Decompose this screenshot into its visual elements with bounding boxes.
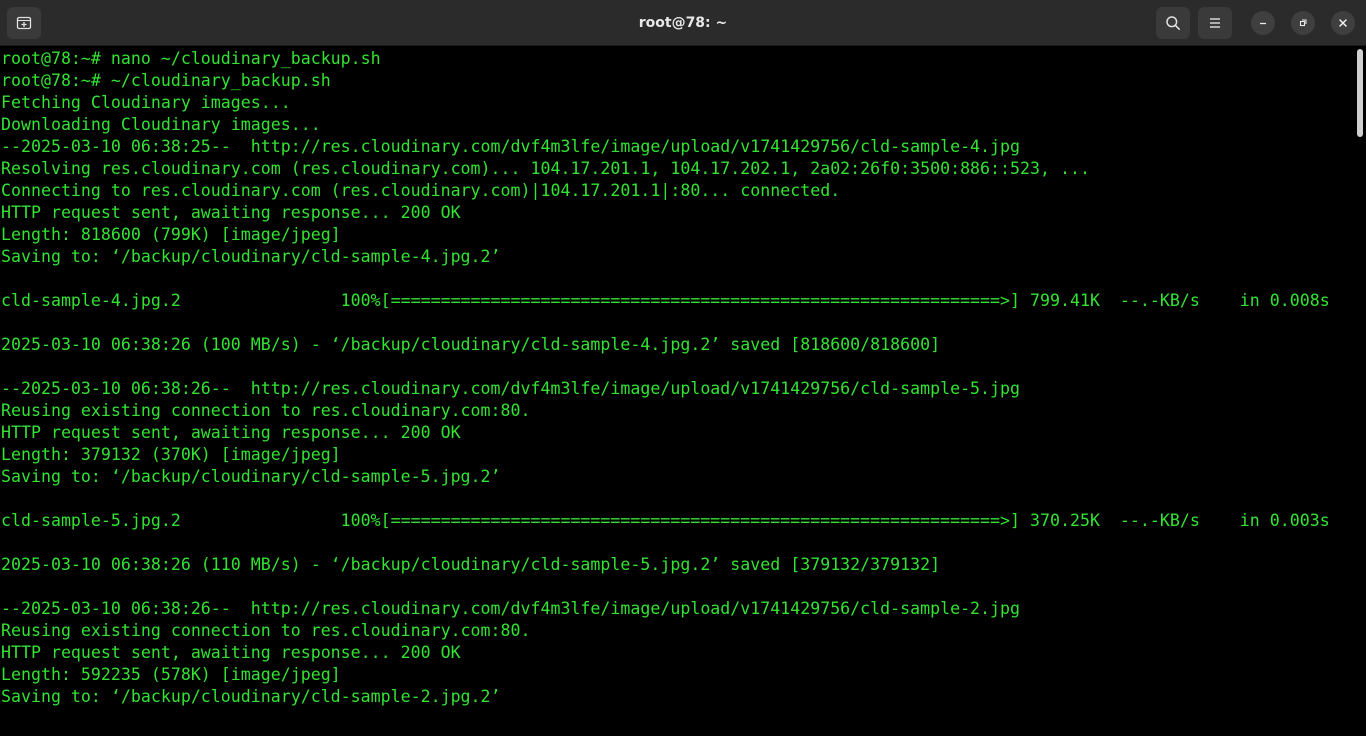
- terminal-line: Saving to: ‘/backup/cloudinary/cld-sampl…: [1, 247, 501, 266]
- terminal-window: root@78: ~ root@78:~# nano ~/cloudinary_…: [0, 0, 1366, 736]
- new-tab-button[interactable]: [7, 7, 41, 39]
- terminal-line: root@78:~# ~/cloudinary_backup.sh: [1, 71, 331, 90]
- terminal-line: Length: 592235 (578K) [image/jpeg]: [1, 665, 341, 684]
- terminal-line: cld-sample-5.jpg.2 100%[================…: [1, 511, 1330, 530]
- close-button[interactable]: [1331, 11, 1355, 35]
- terminal-line: Saving to: ‘/backup/cloudinary/cld-sampl…: [1, 467, 501, 486]
- search-icon: [1165, 15, 1181, 31]
- terminal-line: root@78:~# nano ~/cloudinary_backup.sh: [1, 49, 381, 68]
- terminal-output[interactable]: root@78:~# nano ~/cloudinary_backup.shro…: [0, 47, 1356, 736]
- terminal-line: Connecting to res.cloudinary.com (res.cl…: [1, 181, 841, 200]
- new-tab-icon: [16, 15, 32, 31]
- restore-icon: [1298, 18, 1308, 28]
- terminal-line: cld-sample-4.jpg.2 100%[================…: [1, 291, 1330, 310]
- search-button[interactable]: [1156, 7, 1190, 39]
- minimize-icon: [1258, 18, 1268, 28]
- terminal-line: Length: 379132 (370K) [image/jpeg]: [1, 445, 341, 464]
- terminal-line: HTTP request sent, awaiting response... …: [1, 423, 461, 442]
- terminal-line: Reusing existing connection to res.cloud…: [1, 621, 531, 640]
- terminal-line: --2025-03-10 06:38:26-- http://res.cloud…: [1, 599, 1021, 618]
- terminal-line: HTTP request sent, awaiting response... …: [1, 203, 461, 222]
- terminal-line: 2025-03-10 06:38:26 (100 MB/s) - ‘/backu…: [1, 335, 941, 354]
- menu-button[interactable]: [1198, 7, 1232, 39]
- hamburger-menu-icon: [1207, 15, 1223, 31]
- terminal-line: Reusing existing connection to res.cloud…: [1, 401, 531, 420]
- terminal-line: Resolving res.cloudinary.com (res.cloudi…: [1, 159, 1090, 178]
- scrollbar-thumb[interactable]: [1357, 49, 1363, 137]
- terminal-line: 2025-03-10 06:38:26 (110 MB/s) - ‘/backu…: [1, 555, 941, 574]
- terminal-line: --2025-03-10 06:38:26-- http://res.cloud…: [1, 379, 1021, 398]
- minimize-button[interactable]: [1251, 11, 1275, 35]
- close-icon: [1338, 18, 1348, 28]
- terminal-line: Fetching Cloudinary images...: [1, 93, 291, 112]
- titlebar: root@78: ~: [0, 0, 1366, 46]
- terminal-line: --2025-03-10 06:38:25-- http://res.cloud…: [1, 137, 1021, 156]
- terminal-line: Downloading Cloudinary images...: [1, 115, 321, 134]
- terminal-line: HTTP request sent, awaiting response... …: [1, 643, 461, 662]
- vertical-scrollbar[interactable]: [1357, 48, 1363, 736]
- terminal-line: Saving to: ‘/backup/cloudinary/cld-sampl…: [1, 687, 501, 706]
- terminal-line: Length: 818600 (799K) [image/jpeg]: [1, 225, 341, 244]
- restore-button[interactable]: [1291, 11, 1315, 35]
